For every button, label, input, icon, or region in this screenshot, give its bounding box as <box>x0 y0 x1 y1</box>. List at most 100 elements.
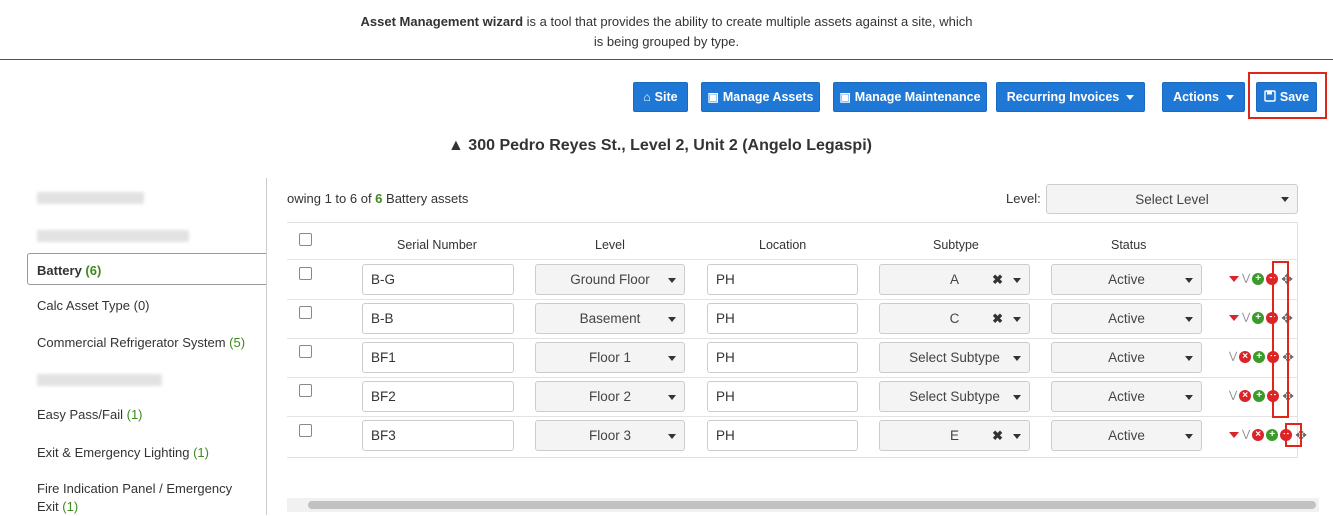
chevron-down-icon <box>1185 433 1193 439</box>
subtype-value: A <box>949 272 959 287</box>
level-select[interactable]: Basement <box>535 303 685 334</box>
chevron-down-icon <box>668 355 676 361</box>
column-header-serial: Serial Number <box>397 238 477 252</box>
row-checkbox[interactable] <box>299 384 312 397</box>
status-select[interactable]: Active <box>1051 303 1202 334</box>
page-title-text: 300 Pedro Reyes St., Level 2, Unit 2 (An… <box>468 137 872 154</box>
status-value: Active <box>1108 389 1145 404</box>
add-icon[interactable]: + <box>1266 429 1279 441</box>
serial-value: B-G <box>371 272 396 287</box>
location-input[interactable]: PH <box>707 381 858 412</box>
subtype-select[interactable]: E ✖ <box>879 420 1030 451</box>
sidebar-item-label: Exit & Emergency Lighting <box>37 445 190 460</box>
manage-assets-button[interactable]: ▣ Manage Assets <box>701 82 820 112</box>
row-checkbox[interactable] <box>299 306 312 319</box>
subtype-select[interactable]: A ✖ <box>879 264 1030 295</box>
delete-icon[interactable]: × <box>1239 390 1252 402</box>
level-select[interactable]: Ground Floor <box>535 264 685 295</box>
status-select[interactable]: Active <box>1051 381 1202 412</box>
status-select[interactable]: Active <box>1051 420 1202 451</box>
double-chevron-down-icon[interactable]: ⋁ <box>1242 313 1250 323</box>
scrollbar-thumb[interactable] <box>308 501 1316 509</box>
add-icon[interactable]: + <box>1253 351 1266 363</box>
row-divider <box>287 416 1298 417</box>
sidebar-item-battery[interactable]: Battery (6) <box>27 253 266 285</box>
delete-icon[interactable]: × <box>1239 351 1252 363</box>
row-divider <box>287 259 1298 260</box>
manage-maintenance-button[interactable]: ▣ Manage Maintenance <box>833 82 987 112</box>
add-icon[interactable]: + <box>1252 273 1265 285</box>
serial-number-input[interactable]: BF3 <box>362 420 514 451</box>
double-chevron-down-icon[interactable]: ⋁ <box>1229 352 1237 362</box>
double-chevron-down-icon[interactable]: ⋁ <box>1242 274 1250 284</box>
add-icon[interactable]: + <box>1253 390 1266 402</box>
road-icon: ▲ <box>448 137 464 154</box>
redacted-item <box>37 374 162 386</box>
subtype-select[interactable]: Select Subtype <box>879 342 1030 373</box>
subtype-select[interactable]: C ✖ <box>879 303 1030 334</box>
clear-icon[interactable]: ✖ <box>992 311 1003 327</box>
clear-icon[interactable]: ✖ <box>992 428 1003 444</box>
chevron-down-icon <box>1185 316 1193 322</box>
chevron-down-icon <box>668 394 676 400</box>
intro-line-2: is being grouped by type. <box>593 34 740 49</box>
page-title: ▲ 300 Pedro Reyes St., Level 2, Unit 2 (… <box>0 137 1320 155</box>
level-filter-value: Select Level <box>1135 191 1209 207</box>
double-chevron-down-icon[interactable]: ⋁ <box>1229 391 1237 401</box>
level-select[interactable]: Floor 1 <box>535 342 685 373</box>
row-checkbox[interactable] <box>299 345 312 358</box>
level-value: Floor 3 <box>588 428 632 443</box>
subtype-value: C <box>949 311 960 326</box>
home-icon: ⌂ <box>643 90 651 104</box>
serial-value: BF2 <box>371 389 396 404</box>
location-input[interactable]: PH <box>707 264 858 295</box>
select-all-checkbox[interactable] <box>299 233 312 246</box>
level-select[interactable]: Floor 2 <box>535 381 685 412</box>
status-select[interactable]: Active <box>1051 264 1202 295</box>
recurring-invoices-button[interactable]: Recurring Invoices <box>996 82 1145 112</box>
status-select[interactable]: Active <box>1051 342 1202 373</box>
level-select[interactable]: Floor 3 <box>535 420 685 451</box>
status-value: Active <box>1108 428 1145 443</box>
sidebar-item-count: (1) <box>126 407 143 422</box>
listing-prefix: owing 1 to 6 of <box>287 191 376 206</box>
serial-number-input[interactable]: B-B <box>362 303 514 334</box>
chevron-down-icon <box>668 316 676 322</box>
sidebar-item-commercial-refrigerator[interactable]: Commercial Refrigerator System (5) <box>37 334 273 352</box>
chevron-down-icon <box>1185 277 1193 283</box>
clear-icon[interactable]: ✖ <box>992 272 1003 288</box>
subtype-value: Select Subtype <box>909 389 1000 404</box>
site-button[interactable]: ⌂ Site <box>633 82 688 112</box>
sidebar-item-easy-pass-fail[interactable]: Easy Pass/Fail (1) <box>37 406 273 424</box>
location-input[interactable]: PH <box>707 303 858 334</box>
column-header-level: Level <box>595 238 625 252</box>
subtype-value: Select Subtype <box>909 350 1000 365</box>
add-icon[interactable]: + <box>1252 312 1265 324</box>
move-down-icon[interactable] <box>1229 315 1239 321</box>
actions-button[interactable]: Actions <box>1162 82 1245 112</box>
level-filter-select[interactable]: Select Level <box>1046 184 1298 214</box>
level-filter-label: Level: <box>1006 191 1041 206</box>
serial-number-input[interactable]: BF2 <box>362 381 514 412</box>
move-down-icon[interactable] <box>1229 276 1239 282</box>
intro-banner: Asset Management wizard is a tool that p… <box>0 0 1333 60</box>
sidebar-item-fire-indication-panel[interactable]: Fire Indication Panel / Emergency Exit (… <box>37 480 273 516</box>
double-chevron-down-icon[interactable]: ⋁ <box>1242 430 1250 440</box>
manage-maintenance-label: Manage Maintenance <box>854 90 981 104</box>
location-input[interactable]: PH <box>707 342 858 373</box>
row-checkbox[interactable] <box>299 424 312 437</box>
sidebar-item-count: (6) <box>85 263 102 278</box>
sidebar-item-exit-emergency-lighting[interactable]: Exit & Emergency Lighting (1) <box>37 444 273 462</box>
row-checkbox[interactable] <box>299 267 312 280</box>
sidebar-item-count: (1) <box>193 445 209 460</box>
location-input[interactable]: PH <box>707 420 858 451</box>
chevron-down-icon <box>1185 355 1193 361</box>
move-down-icon[interactable] <box>1229 432 1239 438</box>
delete-icon[interactable]: × <box>1252 429 1265 441</box>
subtype-select[interactable]: Select Subtype <box>879 381 1030 412</box>
sidebar-item-calc-asset-type[interactable]: Calc Asset Type (0) <box>37 297 273 315</box>
serial-number-input[interactable]: BF1 <box>362 342 514 373</box>
serial-number-input[interactable]: B-G <box>362 264 514 295</box>
manage-assets-label: Manage Assets <box>722 90 814 104</box>
caret-down-icon <box>1126 94 1135 100</box>
